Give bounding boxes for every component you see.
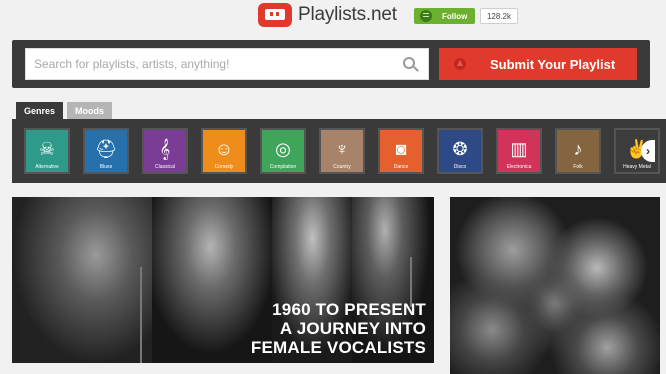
tab-moods[interactable]: Moods <box>67 102 113 119</box>
featured-playlist-card[interactable]: 1960 TO PRESENT A JOURNEY INTO FEMALE VO… <box>12 197 434 363</box>
genre-tile-classical[interactable]: 𝄞 Classical <box>142 128 188 174</box>
genre-label: Folk <box>573 164 583 170</box>
genre-tile-country[interactable]: ♆ Country <box>319 128 365 174</box>
genre-tile-compilation[interactable]: ◎ Compilation <box>260 128 306 174</box>
search-bar: Submit Your Playlist <box>12 40 650 88</box>
caption-line: FEMALE VOCALISTS <box>250 338 426 357</box>
site-header: Playlists.net Follow 128.2k <box>0 0 666 32</box>
genre-label: Blues <box>99 164 113 170</box>
featured-caption: 1960 TO PRESENT A JOURNEY INTO FEMALE VO… <box>224 300 426 357</box>
search-input[interactable] <box>25 48 429 80</box>
genre-label: Disco <box>453 164 467 170</box>
equalizer-icon: ▥ <box>510 139 528 159</box>
mandolin-icon: ♪ <box>573 139 583 159</box>
genre-tile-electronica[interactable]: ▥ Electronica <box>496 128 542 174</box>
cd-icon: ◎ <box>275 139 291 159</box>
cactus-icon: ♆ <box>335 139 349 159</box>
genre-label: Compilation <box>269 164 297 170</box>
spotify-follow-button[interactable]: Follow <box>414 8 475 24</box>
secondary-playlist-card[interactable] <box>450 197 660 374</box>
caption-line: 1960 TO PRESENT <box>272 300 426 319</box>
site-name: Playlists.net <box>298 4 397 25</box>
caption-line: A JOURNEY INTO <box>279 319 426 338</box>
chevron-right-icon: › <box>646 144 650 158</box>
microphone-stand <box>140 267 142 363</box>
genre-carousel: ☠ Alternative ⛑ Blues 𝄞 Classical ☺ Come… <box>12 119 666 183</box>
tab-genres[interactable]: Genres <box>16 102 64 119</box>
crowd-photo <box>450 197 660 374</box>
genre-tile-folk[interactable]: ♪ Folk <box>555 128 601 174</box>
genre-label: Heavy Metal <box>623 164 651 170</box>
site-logo[interactable]: Playlists.net <box>258 3 397 27</box>
genre-label: Classical <box>154 164 175 170</box>
genre-tile-dance[interactable]: ◙ Dance <box>378 128 424 174</box>
genre-label: Dance <box>393 164 409 170</box>
theater-mask-icon: ☺ <box>214 139 234 159</box>
genre-tile-comedy[interactable]: ☺ Comedy <box>201 128 247 174</box>
category-tabs: Genres Moods <box>16 102 116 119</box>
follow-label: Follow <box>442 11 468 21</box>
follower-count: 128.2k <box>480 8 518 24</box>
search-icon[interactable] <box>403 57 415 69</box>
speaker-icon: ◙ <box>395 139 407 159</box>
hat-icon: ⛑ <box>94 139 118 159</box>
submit-playlist-label: Submit Your Playlist <box>490 56 616 72</box>
submit-playlist-button[interactable]: Submit Your Playlist <box>439 48 637 80</box>
genre-tile-disco[interactable]: ❂ Disco <box>437 128 483 174</box>
genre-label: Alternative <box>35 164 59 170</box>
spotify-icon <box>420 10 432 22</box>
genre-label: Comedy <box>214 164 234 170</box>
vocalist-photo <box>12 197 152 363</box>
genre-tile-blues[interactable]: ⛑ Blues <box>83 128 129 174</box>
upload-icon <box>454 58 466 70</box>
skull-icon: ☠ <box>38 139 56 159</box>
genre-tile-alternative[interactable]: ☠ Alternative <box>24 128 70 174</box>
treble-clef-icon: 𝄞 <box>159 139 171 159</box>
genre-label: Country <box>333 164 351 170</box>
genre-label: Electronica <box>506 164 532 170</box>
disco-ball-icon: ❂ <box>452 139 468 159</box>
playlists-logo-icon <box>258 3 292 27</box>
